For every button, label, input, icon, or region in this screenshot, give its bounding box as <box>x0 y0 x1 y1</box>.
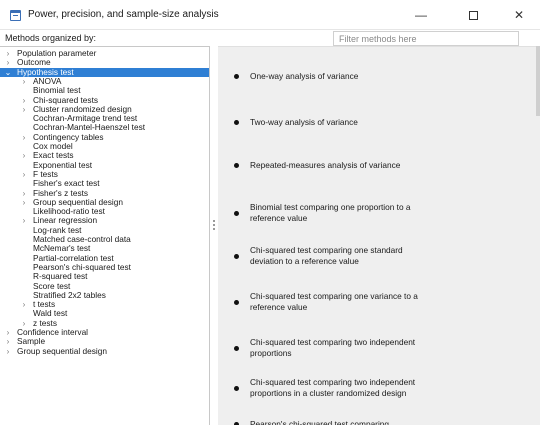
method-list-panel: One-way analysis of variance Two-way anal… <box>218 46 540 425</box>
tree-item[interactable]: Pearson's chi-squared test <box>0 262 209 272</box>
method-link-label: Repeated-measures analysis of variance <box>250 160 401 170</box>
chevron-right-icon[interactable]: › <box>20 133 28 142</box>
tree-item[interactable]: › Contingency tables <box>0 132 209 142</box>
method-link-label: Chi-squared test comparing one variance … <box>250 291 418 313</box>
chevron-right-icon[interactable]: › <box>20 216 28 225</box>
tree-item[interactable]: › t tests <box>0 299 209 309</box>
bullet-icon <box>234 300 239 305</box>
tree-item-label: Group sequential design <box>17 345 107 356</box>
bullet-icon <box>234 254 239 259</box>
bullet-icon <box>234 386 239 391</box>
method-link-label: Pearson's chi-squared test comparing <box>250 419 390 425</box>
tree-item[interactable]: Likelihood-ratio test <box>0 206 209 216</box>
chevron-right-icon[interactable]: › <box>4 347 12 356</box>
close-icon: ✕ <box>513 8 525 22</box>
method-link-label: Chi-squared test comparing one standard … <box>250 245 403 267</box>
bullet-icon <box>234 120 239 125</box>
chevron-right-icon[interactable]: › <box>20 105 28 114</box>
tree-item[interactable]: › ANOVA <box>0 76 209 86</box>
chevron-right-icon[interactable]: › <box>20 151 28 160</box>
chevron-right-icon[interactable]: › <box>20 96 28 105</box>
tree-item[interactable]: ⌄ Hypothesis test <box>0 67 209 77</box>
tree-item[interactable]: › F tests <box>0 169 209 179</box>
minimize-icon: — <box>415 8 427 22</box>
close-button[interactable]: ✕ <box>498 0 540 30</box>
tree-item[interactable]: › Exact tests <box>0 150 209 160</box>
minimize-button[interactable]: — <box>400 0 442 30</box>
method-link-label: Binomial test comparing one proportion t… <box>250 202 411 224</box>
tree-item[interactable]: › Linear regression <box>0 216 209 226</box>
tree-item[interactable]: Cox model <box>0 141 209 151</box>
method-tree[interactable]: › Population parameter › Outcome ⌄ Hypothesis… <box>0 46 210 425</box>
chevron-right-icon[interactable]: › <box>20 189 28 198</box>
chevron-right-icon[interactable]: › <box>20 170 28 179</box>
tree-item[interactable]: Exponential test <box>0 160 209 170</box>
window-app-icon <box>10 10 21 21</box>
window-title: Power, precision, and sample-size analys… <box>28 9 219 20</box>
methods-organized-label: Methods organized by: <box>5 33 97 43</box>
filter-methods-input[interactable] <box>333 31 519 46</box>
method-link-label: Two-way analysis of variance <box>250 117 358 127</box>
maximize-icon <box>468 10 478 20</box>
bullet-icon <box>234 74 239 79</box>
chevron-down-icon[interactable]: ⌄ <box>4 68 12 77</box>
tree-item[interactable]: Matched case-control data <box>0 234 209 244</box>
method-link-label: Chi-squared test comparing two independe… <box>250 377 416 399</box>
maximize-button[interactable] <box>452 0 494 30</box>
bullet-icon <box>234 211 239 216</box>
tree-item[interactable]: Binomial test <box>0 85 209 95</box>
bullet-icon <box>234 346 239 351</box>
chevron-right-icon[interactable]: › <box>4 58 12 67</box>
chevron-right-icon[interactable]: › <box>20 300 28 309</box>
title-bar: Power, precision, and sample-size analys… <box>0 0 540 30</box>
method-list-scrollbar[interactable] <box>536 46 540 116</box>
bullet-icon <box>234 163 239 168</box>
chevron-right-icon[interactable]: › <box>20 198 28 207</box>
method-link-label: One-way analysis of variance <box>250 71 359 81</box>
chevron-right-icon[interactable]: › <box>4 328 12 337</box>
tree-item[interactable]: R-squared test <box>0 271 209 281</box>
tree-item[interactable]: Cochran-Mantel-Haenszel test <box>0 123 209 133</box>
tree-item[interactable]: Wald test <box>0 309 209 319</box>
tree-item[interactable]: › Group sequential design <box>0 345 209 356</box>
method-link-label: Chi-squared test comparing two independe… <box>250 337 416 359</box>
panel-splitter[interactable] <box>213 220 216 234</box>
chevron-right-icon[interactable]: › <box>4 49 12 58</box>
tree-item[interactable]: Stratified 2x2 tables <box>0 290 209 300</box>
chevron-right-icon[interactable]: › <box>4 337 12 346</box>
chevron-right-icon[interactable]: › <box>20 77 28 86</box>
tree-item[interactable]: Fisher's exact test <box>0 178 209 188</box>
